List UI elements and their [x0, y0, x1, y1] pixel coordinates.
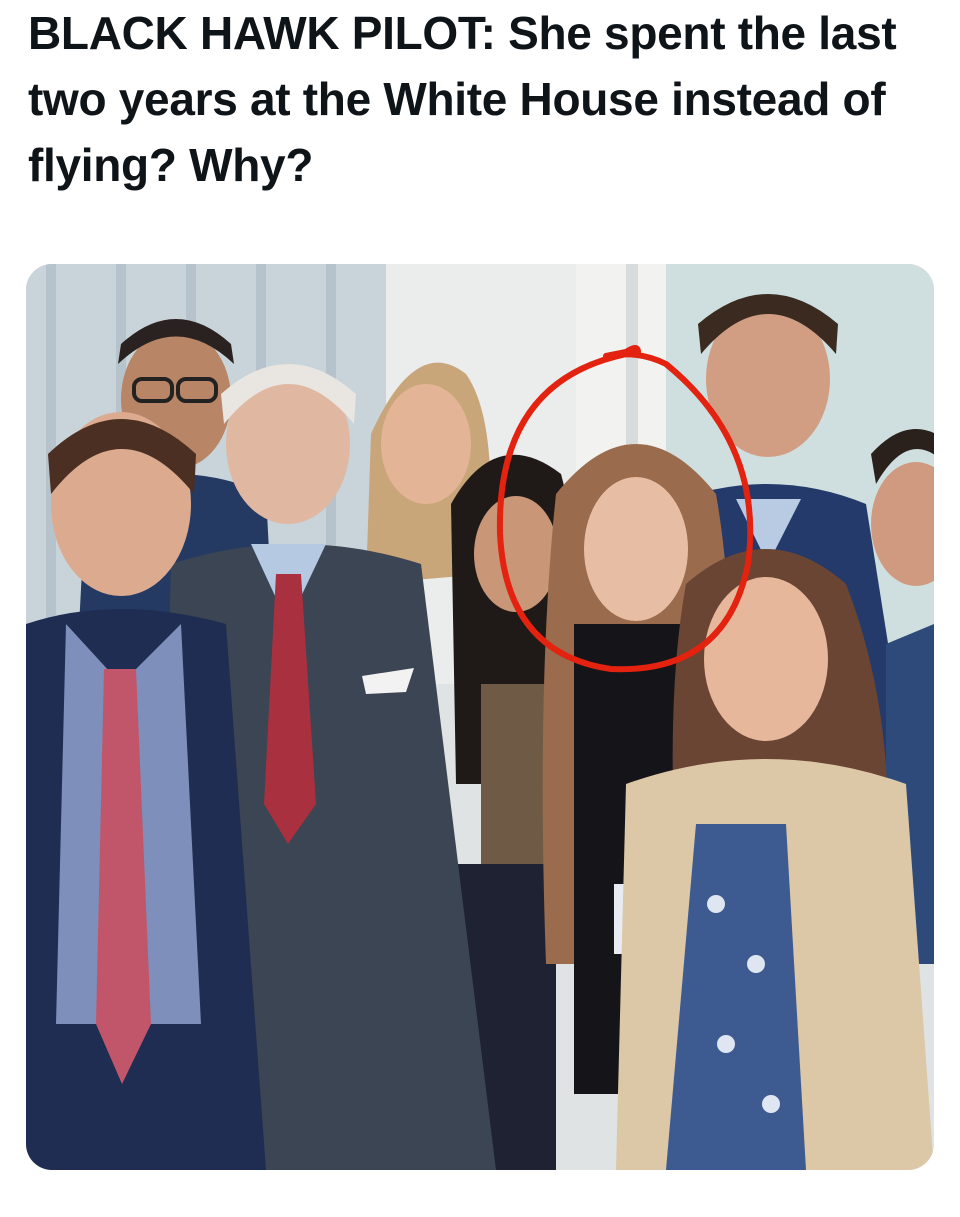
post-photo[interactable] [26, 264, 934, 1170]
post-headline: BLACK HAWK PILOT: She spent the last two… [28, 7, 897, 191]
group-photo-image [26, 264, 934, 1170]
post-card: BLACK HAWK PILOT: She spent the last two… [0, 0, 960, 1217]
